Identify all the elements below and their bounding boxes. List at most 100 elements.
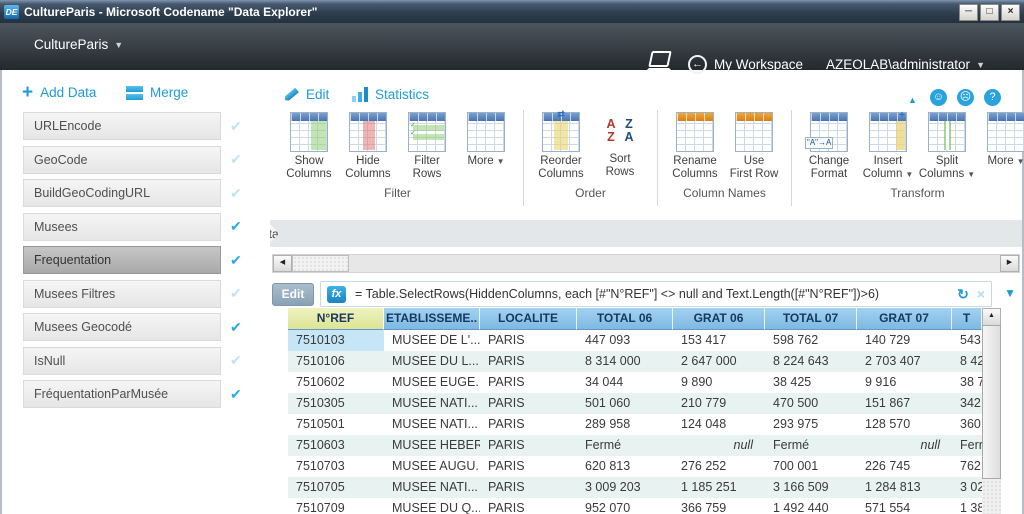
table-cell[interactable]: 9 916 [857, 372, 952, 393]
table-cell[interactable]: 226 745 [857, 456, 952, 477]
table-cell[interactable]: 3 166 509 [765, 477, 857, 498]
split-columns-button[interactable]: Split Columns ▼ [919, 110, 975, 181]
column-header[interactable]: GRAT 06 [673, 308, 765, 330]
table-cell[interactable]: 276 252 [673, 456, 765, 477]
scrollbar-thumb[interactable] [292, 255, 349, 272]
table-cell[interactable]: PARIS [480, 477, 577, 498]
change-format-button[interactable]: "A"→A Change Format [801, 110, 857, 181]
table-cell[interactable]: 7510603 [288, 435, 384, 456]
table-cell[interactable]: 38 7 [952, 372, 982, 393]
table-cell[interactable]: 7510106 [288, 351, 384, 372]
table-cell[interactable]: 1 492 440 [765, 498, 857, 514]
query-item[interactable]: Musees [23, 212, 221, 241]
formula-text[interactable]: = Table.SelectRows(HiddenColumns, each [… [355, 287, 949, 301]
table-cell[interactable]: MUSEE EUGE... [384, 372, 480, 393]
scroll-right-arrow[interactable]: ▶ [1000, 255, 1019, 272]
table-cell[interactable]: 1 185 251 [673, 477, 765, 498]
table-cell[interactable]: Fermé [765, 435, 857, 456]
table-cell[interactable]: PARIS [480, 414, 577, 435]
minimize-button[interactable]: ─ [959, 4, 978, 21]
column-header[interactable]: T [952, 308, 982, 330]
table-cell[interactable]: MUSEE AUGU... [384, 456, 480, 477]
table-cell[interactable]: 7510709 [288, 498, 384, 514]
column-header[interactable]: LOCALITE [480, 308, 577, 330]
table-cell[interactable]: 289 958 [577, 414, 673, 435]
table-cell[interactable]: PARIS [480, 372, 577, 393]
table-cell[interactable]: PARIS [480, 456, 577, 477]
table-cell[interactable]: 952 070 [577, 498, 673, 514]
table-cell[interactable]: 293 975 [765, 414, 857, 435]
maximize-button[interactable]: □ [980, 4, 999, 21]
statistics-button[interactable]: Statistics [352, 87, 429, 102]
table-cell[interactable]: Ferr [952, 435, 982, 456]
table-cell[interactable]: 7510501 [288, 414, 384, 435]
insert-column-button[interactable]: + Insert Column ▼ [860, 110, 916, 181]
table-cell[interactable]: 342 [952, 393, 982, 414]
more-button[interactable]: More ▼ [978, 110, 1024, 168]
sort-rows-button[interactable]: A Z Z A Sort Rows [592, 110, 648, 179]
table-cell[interactable]: 8 314 000 [577, 351, 673, 372]
table-cell[interactable]: 447 093 [577, 330, 673, 351]
my-workspace-link[interactable]: My Workspace [714, 57, 803, 72]
query-item[interactable]: GeoCode [23, 145, 221, 174]
table-cell[interactable]: 210 779 [673, 393, 765, 414]
table-cell[interactable]: 762 [952, 456, 982, 477]
table-cell[interactable]: PARIS [480, 330, 577, 351]
scrollbar-thumb[interactable] [982, 325, 1001, 479]
edit-button[interactable]: Edit [283, 87, 329, 102]
table-cell[interactable]: PARIS [480, 393, 577, 414]
table-cell[interactable]: 360 [952, 414, 982, 435]
table-cell[interactable]: MUSEE HEBERT [384, 435, 480, 456]
table-cell[interactable]: MUSEE DU Q... [384, 498, 480, 514]
filter-rows-button[interactable]: ✓ ✓ Filter Rows [399, 110, 455, 181]
table-cell[interactable]: 3 02 [952, 477, 982, 498]
table-cell[interactable]: Fermé [577, 435, 673, 456]
close-button[interactable]: × [1001, 4, 1020, 21]
scroll-up-arrow[interactable]: ▲ [982, 308, 1001, 326]
query-item[interactable]: IsNull [23, 346, 221, 375]
table-cell[interactable]: 7510103 [288, 330, 384, 351]
table-cell[interactable]: 366 759 [673, 498, 765, 514]
table-cell[interactable]: 543 [952, 330, 982, 351]
table-cell[interactable]: null [857, 435, 952, 456]
use-first row-button[interactable]: ↑↑↑↑ Use First Row [726, 110, 782, 181]
table-cell[interactable]: MUSEE NATI... [384, 477, 480, 498]
column-header[interactable]: TOTAL 06 [577, 308, 673, 330]
query-item[interactable]: BuildGeoCodingURL [23, 179, 221, 207]
query-item[interactable]: Frequentation [23, 246, 221, 274]
more-button[interactable]: More ▼ [458, 110, 514, 168]
query-item[interactable]: FréquentationParMusée [23, 380, 221, 408]
table-cell[interactable]: PARIS [480, 351, 577, 372]
table-cell[interactable]: MUSEE DE L'... [384, 330, 480, 351]
scroll-left-arrow[interactable]: ◀ [273, 255, 292, 272]
table-cell[interactable]: 1 284 813 [857, 477, 952, 498]
table-cell[interactable]: 34 044 [577, 372, 673, 393]
show-columns-button[interactable]: Show Columns [281, 110, 337, 181]
table-cell[interactable]: 2 703 407 [857, 351, 952, 372]
column-header[interactable]: GRAT 07 [857, 308, 952, 330]
reorder-columns-button[interactable]: ⇄ Reorder Columns [533, 109, 589, 181]
table-cell[interactable]: 128 570 [857, 414, 952, 435]
table-cell[interactable]: 38 425 [765, 372, 857, 393]
table-cell[interactable]: 700 001 [765, 456, 857, 477]
table-cell[interactable]: 1 38 [952, 498, 982, 514]
smiley-icon[interactable]: ☺ [930, 89, 947, 106]
app-menu[interactable]: CultureParis ▼ [34, 37, 123, 52]
table-cell[interactable]: PARIS [480, 498, 577, 514]
table-cell[interactable]: 2 647 000 [673, 351, 765, 372]
table-cell[interactable]: 140 729 [857, 330, 952, 351]
query-item[interactable]: Musees Filtres [23, 279, 221, 308]
table-cell[interactable]: 9 890 [673, 372, 765, 393]
table-cell[interactable]: 470 500 [765, 393, 857, 414]
table-cell[interactable]: 571 554 [857, 498, 952, 514]
table-cell[interactable]: 8 42 [952, 351, 982, 372]
table-cell[interactable]: 501 060 [577, 393, 673, 414]
frown-icon[interactable]: ☹ [957, 89, 974, 106]
table-cell[interactable]: 8 224 643 [765, 351, 857, 372]
table-cell[interactable]: MUSEE NATI... [384, 414, 480, 435]
column-header[interactable]: TOTAL 07 [765, 308, 857, 330]
table-cell[interactable]: 7510705 [288, 477, 384, 498]
table-cell[interactable]: 3 009 203 [577, 477, 673, 498]
merge-button[interactable]: Merge [126, 85, 188, 100]
add-data-button[interactable]: + Add Data [22, 83, 96, 102]
